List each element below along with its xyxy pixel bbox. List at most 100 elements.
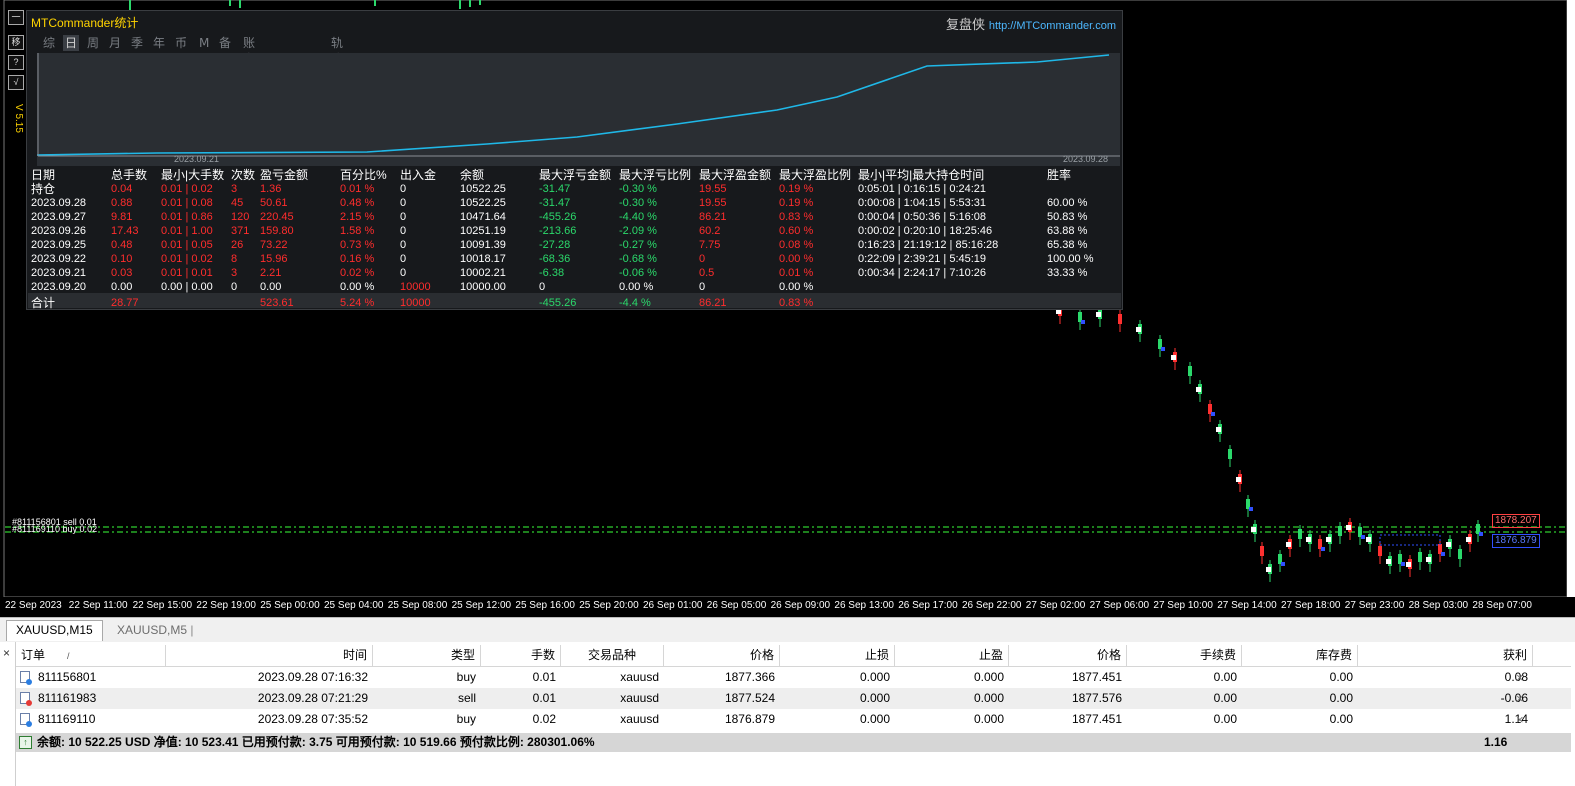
tab-period-6[interactable]: 币 — [173, 35, 189, 51]
move-panel-button[interactable]: 移 — [8, 35, 24, 50]
trade-marker — [1211, 412, 1215, 416]
minimize-panel-button[interactable]: 一 — [8, 10, 24, 25]
tab-xauusd-m15[interactable]: XAUUSD,M15 — [6, 620, 103, 641]
trade-cell: xauusd — [620, 712, 659, 726]
stats-cell: 10522.25 — [460, 183, 506, 195]
stats-cell: 86.21 — [699, 211, 727, 223]
trade-row[interactable]: 811156801 2023.09.28 07:16:32 buy 0.01 xauus… — [16, 667, 1571, 688]
stats-cell: 0 — [400, 183, 407, 195]
price-chart[interactable]: #811156801 sell 0.01 #811169110 buy 0.02… — [0, 0, 1575, 597]
column-header-label: 类型 — [450, 648, 475, 662]
stats-cell: 60.00 % — [1047, 197, 1088, 209]
stats-cell: 15.96 — [260, 253, 288, 265]
trade-cell: 0.000 — [973, 670, 1004, 684]
tab-period-1[interactable]: 日 — [63, 35, 80, 51]
stats-cell: 0.01 | 0.01 — [161, 267, 213, 279]
tab-period-2[interactable]: 周 — [85, 35, 101, 51]
stats-total-cell: 合计 — [31, 296, 56, 310]
column-header[interactable]: 价格 — [664, 645, 780, 666]
stats-cell: 10251.19 — [460, 225, 506, 237]
panel-brand[interactable]: 复盘侠 http://MTCommander.com — [946, 14, 1116, 33]
help-button[interactable]: ? — [8, 55, 24, 70]
close-order-icon[interactable]: × — [1516, 709, 1524, 730]
trade-row[interactable]: 811161983 2023.09.28 07:21:29 sell 0.01 xauu… — [16, 688, 1571, 709]
trade-marker — [1386, 559, 1391, 564]
stats-cell: 9.81 — [111, 211, 133, 223]
sell-order-icon — [20, 692, 32, 706]
stats-cell: 0.16 % — [340, 253, 375, 265]
stats-header-cell: 盈亏金额 — [260, 168, 309, 182]
column-header[interactable]: 库存费 — [1242, 645, 1358, 666]
trade-cell: -0.06 — [1500, 691, 1528, 705]
time-axis-label: 25 Sep 04:00 — [324, 600, 384, 611]
tab-xauusd-m5[interactable]: XAUUSD,M5 | — [108, 621, 202, 639]
trade-marker — [1266, 567, 1271, 572]
tab-period-5[interactable]: 年 — [151, 35, 167, 51]
close-order-icon[interactable]: × — [1516, 667, 1524, 688]
stats-header-cell: 最小|大手数 — [161, 168, 225, 182]
close-terminal-icon[interactable]: × — [3, 646, 10, 660]
column-header[interactable]: 交易品种 — [561, 645, 664, 666]
stats-total-cell: 28.77 — [111, 297, 139, 309]
account-summary-row: ↑ 余额: 10 522.25 USD 净值: 10 523.41 已用预付款:… — [16, 733, 1571, 752]
stats-cell: 0.01 | 0.02 — [161, 253, 213, 265]
stats-cell: 0 — [699, 281, 706, 293]
trade-cell: 0.00 — [1329, 670, 1353, 684]
brand-url-link[interactable]: http://MTCommander.com — [989, 20, 1116, 32]
tab-period-0[interactable]: 综 — [41, 35, 57, 51]
stats-cell: 0.01 | 0.02 — [161, 183, 213, 195]
tab-period-4[interactable]: 季 — [129, 35, 145, 51]
stats-cell: -0.06 % — [619, 267, 657, 279]
column-header-label: 获利 — [1502, 648, 1527, 662]
stats-cell: -213.66 — [539, 225, 577, 237]
trade-cell: 0.000 — [859, 691, 890, 705]
trade-cell: 0.00 — [1213, 691, 1237, 705]
stats-cell: 10000.00 — [460, 281, 506, 293]
stats-total-cell: 5.24 % — [340, 297, 375, 309]
trade-row[interactable]: 811169110 2023.09.28 07:35:52 buy 0.02 xauus… — [16, 709, 1571, 730]
stats-cell: 3 — [231, 267, 238, 279]
order-zone — [1379, 534, 1441, 546]
account-summary-text: 余额: 10 522.25 USD 净值: 10 523.41 已用预付款: 3… — [37, 735, 595, 749]
trade-cell: 0.08 — [1504, 670, 1528, 684]
stats-cell: 2023.09.20 — [31, 281, 87, 293]
column-header[interactable]: 类型 — [373, 645, 481, 666]
column-header[interactable]: 止损 — [780, 645, 895, 666]
confirm-button[interactable]: √ — [8, 75, 24, 90]
stats-cell: 8 — [231, 253, 238, 265]
candle-body — [1118, 314, 1122, 324]
trade-marker — [1426, 557, 1431, 562]
column-header[interactable]: 止盈 — [895, 645, 1009, 666]
column-header[interactable]: 价格 — [1009, 645, 1127, 666]
tab-period-7[interactable]: M — [197, 35, 211, 51]
stats-cell: 0.48 — [111, 239, 133, 251]
time-axis-label: 25 Sep 08:00 — [387, 600, 448, 611]
stats-cell: 10522.25 — [460, 197, 506, 209]
trade-marker — [1366, 537, 1371, 542]
column-header[interactable]: 手数 — [481, 645, 561, 666]
tab-period-3[interactable]: 月 — [107, 35, 123, 51]
tab-period-8[interactable]: 备 — [217, 35, 233, 51]
trade-marker — [1216, 427, 1221, 432]
close-order-icon[interactable]: × — [1516, 688, 1524, 709]
stats-cell: 45 — [231, 197, 244, 209]
stats-cell: 0:05:01 | 0:16:15 | 0:24:21 — [858, 183, 987, 195]
time-axis-label: 22 Sep 11:00 — [68, 600, 128, 611]
column-header[interactable]: 时间 — [166, 645, 373, 666]
column-header[interactable]: 订单 / — [16, 645, 166, 666]
stats-cell: 1.36 — [260, 183, 282, 195]
trade-cell: 0.000 — [973, 691, 1004, 705]
trade-marker — [1136, 327, 1141, 332]
stats-cell: 0.08 % — [779, 239, 814, 251]
time-axis-label: 27 Sep 06:00 — [1089, 600, 1150, 611]
equity-date-start: 2023.09.21 — [174, 154, 220, 164]
trade-marker — [1401, 562, 1405, 566]
stats-cell: -0.30 % — [619, 183, 657, 195]
stats-cell: 2023.09.25 — [31, 239, 87, 251]
stats-cell: 0:00:04 | 0:50:36 | 5:16:08 — [858, 211, 987, 223]
column-header[interactable]: 获利 — [1358, 645, 1533, 666]
stats-cell: 0:16:23 | 21:19:12 | 85:16:28 — [858, 239, 999, 251]
column-header[interactable]: 手续费 — [1127, 645, 1242, 666]
stats-cell: 0.01 | 0.86 — [161, 211, 213, 223]
stats-cell: 0.04 — [111, 183, 133, 195]
